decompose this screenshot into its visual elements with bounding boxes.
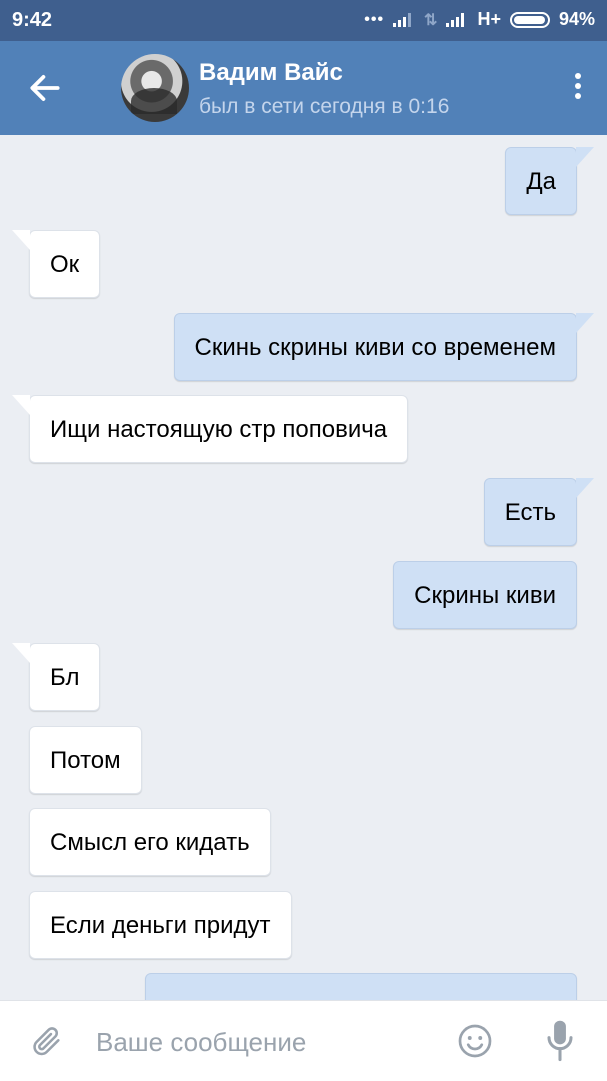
message-text: Ищи настоящую стр поповича — [50, 416, 388, 443]
message-bubble-outgoing[interactable]: Да — [505, 147, 594, 215]
contact-last-seen: был в сети сегодня в 0:16 — [199, 95, 450, 118]
battery-icon — [509, 11, 550, 28]
message-text: Скрины киви — [414, 582, 556, 609]
message-bubble-incoming[interactable]: Бл — [11, 643, 101, 711]
message-text: Скинь скрины киви со временем — [194, 334, 557, 361]
message-text: Бл — [50, 664, 80, 691]
message-input[interactable] — [96, 1023, 426, 1061]
message-text: Если деньги придут — [50, 912, 271, 939]
message-text: Смысл его кидать — [50, 829, 250, 856]
more-vertical-icon[interactable] — [573, 73, 583, 103]
status-bar: 9:42 ••• ⇅ H+ 94% — [0, 0, 607, 41]
message-text: Ок — [50, 251, 80, 278]
avatar[interactable] — [121, 54, 189, 122]
composer-bar — [0, 1000, 607, 1081]
status-time: 9:42 — [12, 9, 53, 31]
message-text: Есть — [504, 499, 556, 526]
data-transfer-icon: ⇅ — [424, 11, 438, 29]
microphone-icon[interactable] — [546, 1019, 574, 1063]
message-bubble-incoming[interactable]: Ищи настоящую стр поповича — [11, 395, 409, 463]
chat-header: Вадим Вайс был в сети сегодня в 0:16 — [0, 41, 607, 135]
signal-1-icon — [393, 12, 415, 27]
message-bubble-incoming[interactable]: Потом — [29, 726, 142, 794]
network-type: H+ — [477, 9, 501, 29]
notification-dots-icon: ••• — [364, 10, 385, 28]
message-bubble-outgoing-partial[interactable] — [145, 973, 577, 1000]
status-indicators: ••• ⇅ H+ 94% — [364, 9, 595, 30]
message-bubble-incoming[interactable]: Смысл его кидать — [29, 808, 271, 876]
message-bubble-outgoing[interactable]: Скинь скрины киви со временем — [173, 313, 594, 381]
message-bubble-incoming[interactable]: Если деньги придут — [29, 891, 292, 959]
message-text: Да — [526, 168, 556, 195]
paperclip-icon[interactable] — [30, 1021, 64, 1061]
arrow-left-icon[interactable] — [26, 69, 64, 107]
message-bubble-incoming[interactable]: Ок — [11, 230, 101, 298]
contact-name[interactable]: Вадим Вайс — [199, 59, 343, 87]
message-bubble-outgoing[interactable]: Скрины киви — [393, 561, 577, 629]
smile-icon[interactable] — [457, 1023, 493, 1059]
message-bubble-outgoing[interactable]: Есть — [483, 478, 595, 546]
signal-2-icon — [446, 12, 468, 27]
message-list[interactable]: Да Ок Скинь скрины киви со временем Ищи … — [0, 135, 607, 1000]
battery-level: 94% — [558, 9, 595, 29]
message-text: Потом — [50, 747, 121, 774]
